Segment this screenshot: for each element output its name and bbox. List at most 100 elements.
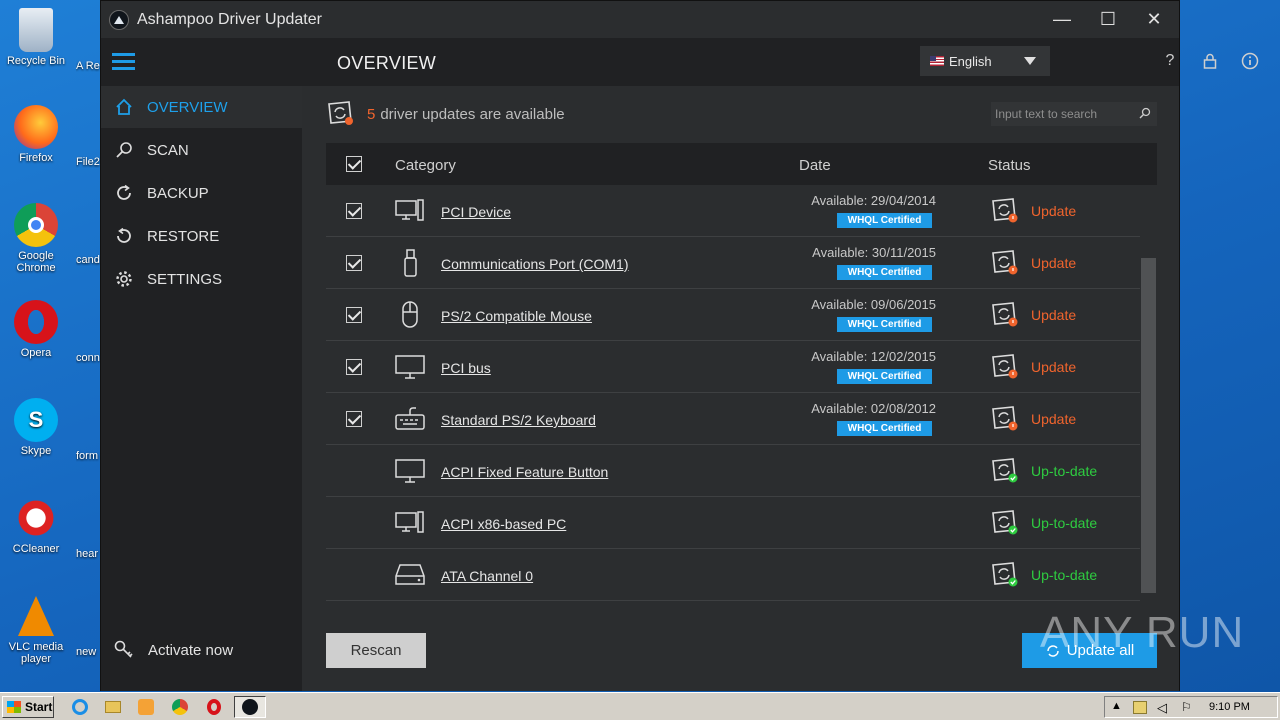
taskbar: Start ▲ ◁ ⚐ 9:10 PM [0, 692, 1280, 720]
sidebar-item-overview[interactable]: OVERVIEW [101, 86, 302, 128]
table-row[interactable]: Communications Port (COM1) Available: 30/… [326, 237, 1140, 289]
whql-badge: WHQL Certified [837, 265, 932, 280]
chrome-taskbar-icon[interactable] [170, 697, 190, 717]
row-checkbox[interactable] [346, 359, 362, 375]
media-player-icon[interactable] [136, 697, 156, 717]
recycle-bin-icon [19, 8, 53, 52]
sidebar-item-restore[interactable]: RESTORE [101, 215, 302, 257]
update-link[interactable]: Update [1031, 359, 1076, 375]
minimize-button[interactable]: — [1039, 1, 1085, 38]
clock[interactable]: 9:10 PM [1209, 701, 1250, 713]
title-bar[interactable]: Ashampoo Driver Updater — ☐ ✕ [101, 1, 1179, 38]
desktop-icon-partial[interactable]: hear [76, 548, 102, 560]
select-all-checkbox[interactable] [346, 156, 362, 172]
help-icon-question[interactable]: ? [1160, 51, 1180, 71]
device-name-link[interactable]: PS/2 Compatible Mouse [441, 308, 592, 324]
sidebar-item-label: SETTINGS [147, 270, 223, 288]
close-button[interactable]: ✕ [1131, 1, 1177, 38]
device-name-link[interactable]: ACPI Fixed Feature Button [441, 464, 608, 480]
desktop-icon-recycle-bin[interactable]: Recycle Bin [0, 8, 72, 67]
desktop-icon-firefox[interactable]: Firefox [0, 105, 72, 164]
table-row[interactable]: ACPI Fixed Feature Button Up-to-date [326, 445, 1140, 497]
device-name-link[interactable]: PCI Device [441, 204, 511, 220]
table-row[interactable]: ACPI x86-based PC Up-to-date [326, 497, 1140, 549]
folder-icon[interactable] [103, 697, 123, 717]
rescan-button[interactable]: Rescan [326, 633, 426, 668]
desktop-icon-partial[interactable]: form [76, 450, 102, 462]
language-value: English [949, 53, 992, 69]
watermark: ANY RUN [1040, 608, 1245, 657]
device-name-link[interactable]: ATA Channel 0 [441, 568, 533, 584]
device-name-link[interactable]: Standard PS/2 Keyboard [441, 412, 596, 428]
search-box[interactable] [991, 102, 1157, 126]
device-name-link[interactable]: Communications Port (COM1) [441, 256, 629, 272]
update-link[interactable]: Update [1031, 203, 1076, 219]
maximize-button[interactable]: ☐ [1085, 1, 1131, 38]
mouse-icon [395, 301, 425, 328]
info-icon[interactable] [1240, 51, 1260, 71]
desktop-icon-opera[interactable]: Opera [0, 300, 72, 359]
update-link[interactable]: Update [1031, 307, 1076, 323]
desktop-icon-label: Google Chrome [16, 250, 56, 274]
column-header-status[interactable]: Status [988, 157, 1031, 174]
update-status-icon [991, 198, 1019, 224]
desktop-icon-partial[interactable]: File2 [76, 156, 102, 168]
status-text: Up-to-date [1031, 463, 1098, 479]
language-select[interactable]: English [920, 46, 1050, 76]
opera-taskbar-icon[interactable] [204, 697, 224, 717]
us-flag-icon [930, 56, 944, 66]
sidebar-item-settings[interactable]: SETTINGS [101, 258, 302, 300]
available-date: Available: 12/02/2015 [811, 349, 936, 364]
table-row[interactable]: PCI bus Available: 12/02/2015 WHQL Certifi… [326, 341, 1140, 393]
tray-network-icon[interactable] [1133, 701, 1147, 714]
update-link[interactable]: Update [1031, 255, 1076, 271]
column-header-date[interactable]: Date [799, 157, 831, 174]
computer-icon [395, 510, 425, 536]
update-link[interactable]: Update [1031, 411, 1076, 427]
sidebar-item-backup[interactable]: BACKUP [101, 172, 302, 214]
row-checkbox[interactable] [346, 307, 362, 323]
desktop-icon-ccleaner[interactable]: CCleaner [0, 496, 72, 555]
row-checkbox[interactable] [346, 255, 362, 271]
up-to-date-status-icon [991, 458, 1019, 484]
device-name-link[interactable]: ACPI x86-based PC [441, 516, 566, 532]
desktop-icon-partial[interactable]: A Re [76, 60, 102, 72]
sidebar-item-scan[interactable]: SCAN [101, 129, 302, 171]
update-status-icon [991, 250, 1019, 276]
search-icon [114, 140, 134, 160]
tray-expand-icon[interactable]: ▲ [1111, 700, 1122, 712]
search-input[interactable] [995, 107, 1135, 121]
device-name-link[interactable]: PCI bus [441, 360, 491, 376]
flag-icon[interactable]: ⚐ [1181, 700, 1192, 714]
row-checkbox[interactable] [346, 203, 362, 219]
sidebar-item-label: RESTORE [147, 227, 220, 245]
desktop-icon-label: CCleaner [12, 543, 60, 555]
computer-icon [395, 198, 425, 224]
table-row[interactable]: PS/2 Compatible Mouse Available: 09/06/20… [326, 289, 1140, 341]
volume-icon[interactable]: ◁ [1157, 700, 1167, 716]
start-button[interactable]: Start [2, 696, 54, 718]
desktop-icon-skype[interactable]: S Skype [0, 398, 72, 457]
taskbar-app-ashampoo[interactable] [234, 696, 266, 718]
menu-icon[interactable] [112, 53, 135, 71]
up-to-date-status-icon [991, 562, 1019, 588]
lock-icon[interactable] [1200, 51, 1220, 71]
desktop-icon-chrome[interactable]: Google Chrome [0, 203, 72, 274]
table-row[interactable]: PCI Device Available: 29/04/2014 WHQL Cert… [326, 185, 1140, 237]
table-row[interactable]: Standard PS/2 Keyboard Available: 02/08/2… [326, 393, 1140, 445]
table-scrollbar[interactable] [1140, 185, 1157, 609]
row-checkbox[interactable] [346, 411, 362, 427]
window-title: Ashampoo Driver Updater [137, 10, 322, 28]
table-row[interactable]: ATA Channel 0 Up-to-date [326, 549, 1140, 601]
search-icon[interactable] [1139, 107, 1151, 119]
desktop-icon-partial[interactable]: cand [76, 254, 102, 266]
activate-now-link[interactable]: Activate now [114, 640, 233, 660]
desktop-icon-vlc[interactable]: VLC media player [0, 594, 72, 665]
whql-badge: WHQL Certified [837, 369, 932, 384]
scrollbar-thumb[interactable] [1141, 258, 1156, 593]
app-window: Ashampoo Driver Updater — ☐ ✕ OVERVIEW S… [100, 0, 1259, 691]
desktop-icon-partial[interactable]: new [76, 646, 102, 658]
desktop-icon-partial[interactable]: conn [76, 352, 102, 364]
column-header-category[interactable]: Category [395, 157, 456, 174]
ie-icon[interactable] [70, 697, 90, 717]
